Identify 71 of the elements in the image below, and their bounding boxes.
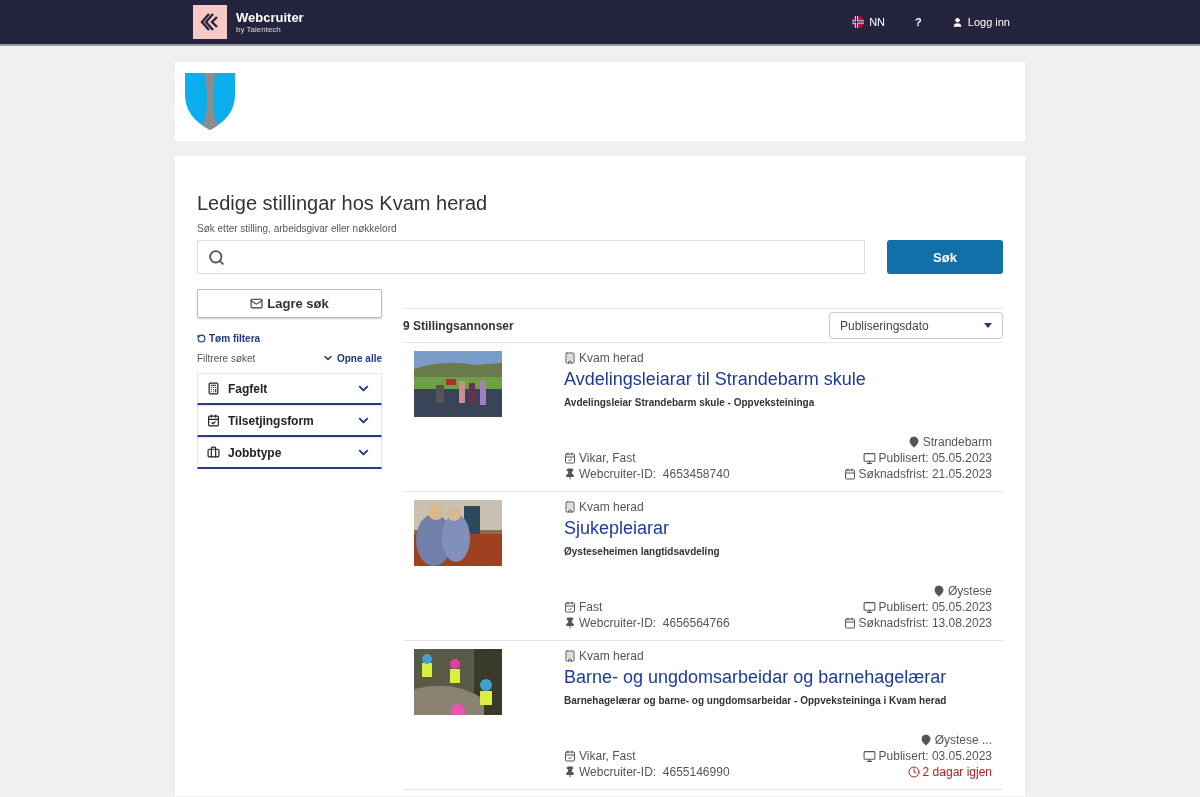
published-date: Publisert: 03.05.2023 [862,749,992,763]
calendar-icon [843,617,856,629]
webcruiter-id: Webcruiter-ID: 4655146990 [564,765,730,779]
job-subtitle: Barnehagelærar og barne- og ungdomsarbeidar - Oppveksteininga i Kvam herad [564,695,948,706]
clear-filters-link[interactable]: Tøm filtera [197,333,382,344]
building-icon [564,501,576,513]
page-title: Ledige stillingar hos Kvam herad [197,192,489,215]
map-pin-icon [919,734,932,746]
reset-icon [197,334,206,343]
building-icon [564,650,576,662]
search-label: Søk etter stilling, arbeidsgivar eller nøkkelord [197,223,398,234]
filter-accordion[interactable]: Fagfelt [197,373,382,405]
filter-accordion[interactable]: Tilsetjingsform [197,405,382,437]
employment-type: Fast [564,600,603,614]
calendar-check-icon [564,750,576,762]
monitor-icon [862,749,876,763]
sort-dropdown[interactable]: Publiseringsdato [829,312,1003,339]
search-icon [208,248,225,266]
employer-name: Kvam herad [564,500,992,514]
published-date: Publisert: 05.05.2023 [862,451,992,465]
logo-icon [193,5,227,39]
application-deadline: Søknadsfrist: 13.08.2023 [843,616,992,630]
employment-type: Vikar, Fast [564,749,636,763]
mail-icon [250,297,264,310]
job-location: Strandebarm [907,435,992,449]
brand-tagline: by Talentech [236,25,282,34]
caret-icon [984,323,992,328]
open-all-link[interactable]: Opne alle [322,352,382,364]
job-location: Øystese [933,584,992,598]
employment-type: Vikar, Fast [564,451,636,465]
map-pin-icon [933,585,945,597]
filter-accordion[interactable]: Jobbtype [197,437,382,469]
filter-label: Filtrere søket [197,352,256,364]
search-field[interactable] [197,240,865,274]
help-link[interactable]: ? [915,16,922,28]
job-location: Øystese ... [919,733,992,747]
map-pin-icon [907,436,920,448]
brand-name: Webcruiter [236,10,304,25]
job-title-link[interactable]: Sjukepleiarar [564,518,992,539]
search-button[interactable]: Søk [887,240,1003,274]
flag-icon [852,16,865,28]
briefcase-icon [207,446,220,459]
application-deadline: Søknadsfrist: 21.05.2023 [843,467,992,481]
employer-name: Kvam herad [564,649,992,663]
job-title-link[interactable]: Barne- og ungdomsarbeidar og barnehagelærar [564,667,992,688]
monitor-icon [862,451,876,465]
calendar-check-icon [564,452,576,464]
deadline-warning: 2 dagar igjen [907,765,992,779]
calendar-check-icon [207,414,220,427]
building-icon [564,352,576,364]
pin-icon [564,766,576,778]
save-search-button[interactable]: Lagre søk [197,289,382,318]
login-link[interactable]: Logg inn [951,16,1010,28]
monitor-icon [862,600,876,614]
pin-icon [564,617,576,629]
clock-icon [907,766,920,778]
coat-of-arms-icon [185,73,235,130]
result-count: 9 Stillingsannonser [403,318,514,333]
job-title-link[interactable]: Avdelingsleiarar til Strandebarm skule [564,369,992,390]
job-subtitle: Øysteseheimen langtidsavdeling [564,546,721,557]
calendar-icon [843,468,856,480]
calendar-check-icon [564,601,576,613]
published-date: Publisert: 05.05.2023 [862,600,992,614]
language-link[interactable]: NN [852,16,886,28]
employer-name: Kvam herad [564,351,992,365]
calculator-icon [207,382,220,395]
webcruiter-id: Webcruiter-ID: 4656564766 [564,616,730,630]
webcruiter-id: Webcruiter-ID: 4653458740 [564,467,730,481]
pin-icon [564,468,576,480]
job-subtitle: Avdelingsleiar Strandebarm skule - Oppveksteininga [564,397,816,408]
user-icon [951,16,963,28]
